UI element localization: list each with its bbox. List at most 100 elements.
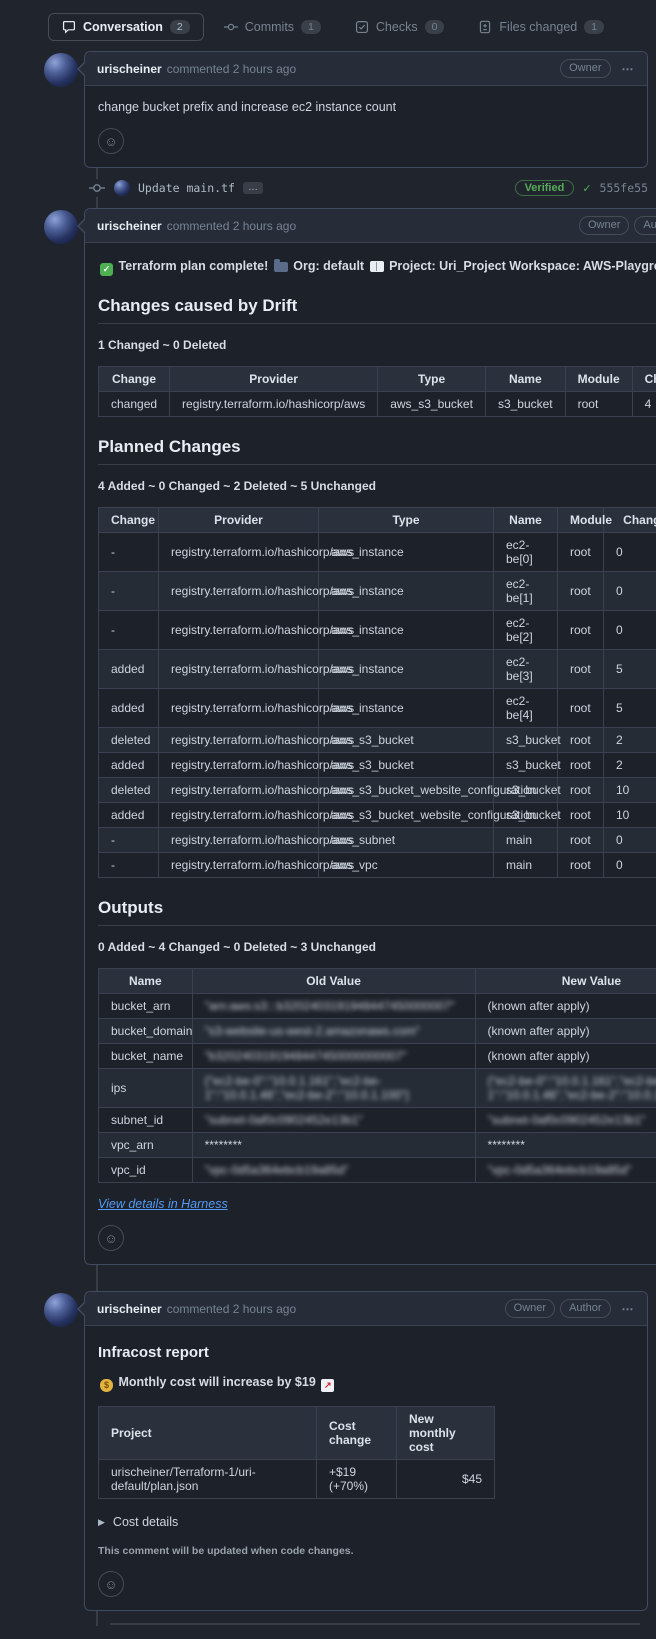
column-header: Project	[99, 1407, 317, 1460]
table-row: deletedregistry.terraform.io/hashicorp/a…	[99, 728, 656, 753]
money-bag-emoji-icon: $	[100, 1379, 113, 1392]
column-header: Old Value	[192, 969, 475, 994]
planned-changes-table: Change Provider Type Name Module Changes…	[98, 507, 656, 878]
tab-count: 1	[301, 20, 321, 34]
drift-summary: 1 Changed ~ 0 Deleted	[98, 338, 656, 352]
commit-avatar[interactable]	[114, 180, 130, 196]
column-header: Module	[558, 508, 604, 533]
verified-badge[interactable]: Verified	[515, 180, 575, 196]
author-badge: Author	[634, 216, 656, 235]
table-row: vpc_arn****************	[99, 1133, 656, 1158]
kebab-menu-icon[interactable]: ⋯	[622, 62, 636, 76]
commit-expand-icon[interactable]: …	[243, 182, 263, 194]
column-header: Change	[99, 508, 159, 533]
pr-tab-bar: Conversation 2 Commits 1 Checks 0 Files …	[0, 0, 656, 41]
column-header: Name	[99, 969, 193, 994]
tab-checks[interactable]: Checks 0	[341, 13, 459, 41]
redacted-value: {"ec2-be-0":"10.0.1.161","ec2-be-1":"10.…	[205, 1074, 410, 1102]
redacted-value: "b3202403191948447450000000007"	[205, 1049, 407, 1063]
table-row: bucket_domain"s3-website-us-west-2.amazo…	[99, 1019, 656, 1044]
author-badge: Author	[560, 1299, 610, 1318]
redacted-value: "subnet-0af0c0902452e13b1"	[488, 1113, 646, 1127]
cost-details-toggle[interactable]: ▶ Cost details	[98, 1515, 634, 1529]
column-header: Type	[378, 367, 486, 392]
table-row: addedregistry.terraform.io/hashicorp/aws…	[99, 650, 656, 689]
tab-commits[interactable]: Commits 1	[210, 13, 335, 41]
column-header: Name	[494, 508, 558, 533]
update-footnote: This comment will be updated when code c…	[98, 1545, 634, 1557]
commits-icon	[224, 20, 238, 34]
add-reaction-button[interactable]: ☺	[98, 1571, 124, 1597]
column-header: Type	[319, 508, 494, 533]
tab-files-changed[interactable]: Files changed 1	[464, 13, 618, 41]
redacted-value: {"ec2-be-0":"10.0.1.161","ec2-be-1":"10.…	[488, 1074, 656, 1102]
redacted-value: "vpc-0d5a364ebcb19a85d"	[488, 1163, 632, 1177]
table-row: urischeiner/Terraform-1/uri-default/plan…	[99, 1460, 495, 1499]
column-header: Changes	[632, 367, 656, 392]
comment-header: urischeiner commented 2 hours ago Owner …	[85, 52, 647, 86]
book-emoji-icon	[370, 261, 384, 272]
pr-timeline: urischeiner commented 2 hours ago Owner …	[0, 51, 656, 1639]
view-details-link[interactable]: View details in Harness	[98, 1197, 228, 1211]
infracost-table: Project Cost change New monthly cost uri…	[98, 1406, 495, 1499]
add-reaction-button[interactable]: ☺	[98, 128, 124, 154]
avatar[interactable]	[44, 1293, 78, 1327]
table-row: changedregistry.terraform.io/hashicorp/a…	[99, 392, 656, 417]
caret-right-icon: ▶	[98, 1517, 105, 1528]
tab-label: Commits	[245, 20, 294, 34]
smiley-icon: ☺	[104, 135, 117, 148]
check-icon: ✓	[582, 182, 591, 195]
comment-2: urischeiner commented 2 hours ago Owner …	[44, 208, 648, 1265]
comment-author[interactable]: urischeiner	[97, 62, 162, 76]
table-row: -registry.terraform.io/hashicorp/awsaws_…	[99, 611, 656, 650]
comment-body-text: change bucket prefix and increase ec2 in…	[98, 100, 634, 114]
redacted-value: "subnet-0af0c0902452e13b1"	[205, 1113, 363, 1127]
table-row: addedregistry.terraform.io/hashicorp/aws…	[99, 753, 656, 778]
owner-badge: Owner	[505, 1299, 555, 1318]
table-row: vpc_id"vpc-0d5a364ebcb19a85d""vpc-0d5a36…	[99, 1158, 656, 1183]
tab-conversation[interactable]: Conversation 2	[48, 13, 204, 41]
commit-message-link[interactable]: Update main.tf	[138, 181, 235, 195]
planned-table-scroll[interactable]: Change Provider Type Name Module Changes…	[98, 507, 656, 878]
table-row: subnet_id"subnet-0af0c0902452e13b1""subn…	[99, 1108, 656, 1133]
column-header: Change	[99, 367, 170, 392]
comment-header: urischeiner commented 2 hours ago Owner …	[85, 1292, 647, 1326]
drift-table: Change Provider Type Name Module Changes…	[98, 366, 656, 417]
owner-badge: Owner	[579, 216, 629, 235]
plan-status-line: ✓ Terraform plan complete! Org: default …	[98, 259, 656, 276]
comment-author[interactable]: urischeiner	[97, 1302, 162, 1316]
tab-count: 2	[170, 20, 190, 34]
add-reaction-button[interactable]: ☺	[98, 1225, 124, 1251]
chart-increasing-emoji-icon: ↗	[321, 1379, 334, 1392]
table-row: deletedregistry.terraform.io/hashicorp/a…	[99, 778, 656, 803]
file-diff-icon	[478, 20, 492, 34]
folder-emoji-icon	[274, 262, 288, 272]
tab-label: Checks	[376, 20, 418, 34]
table-row: bucket_arn"arn:aws:s3:::b320240319194844…	[99, 994, 656, 1019]
commit-event: Update main.tf … Verified ✓ 555fe55	[88, 179, 648, 197]
kebab-menu-icon[interactable]: ⋯	[622, 1302, 636, 1316]
comment-meta: commented 2 hours ago	[167, 62, 296, 76]
planned-summary: 4 Added ~ 0 Changed ~ 2 Deleted ~ 5 Unch…	[98, 479, 656, 493]
check-mark-emoji-icon: ✓	[100, 263, 113, 276]
table-row: -registry.terraform.io/hashicorp/awsaws_…	[99, 853, 656, 878]
smiley-icon: ☺	[104, 1578, 117, 1591]
planned-section-title: Planned Changes	[98, 437, 656, 465]
infracost-title: Infracost report	[98, 1344, 634, 1361]
timeline-end-divider	[110, 1623, 640, 1625]
commit-sha-link[interactable]: 555fe55	[600, 181, 648, 195]
redacted-value: "arn:aws:s3:::b3202403191948447450000007…	[205, 999, 455, 1013]
table-row: -registry.terraform.io/hashicorp/awsaws_…	[99, 828, 656, 853]
outputs-table: Name Old Value New Value bucket_arn"arn:…	[98, 968, 656, 1183]
outputs-section-title: Outputs	[98, 898, 656, 926]
comment-meta: commented 2 hours ago	[167, 219, 296, 233]
avatar[interactable]	[44, 53, 78, 87]
column-header: New monthly cost	[397, 1407, 495, 1460]
table-row: -registry.terraform.io/hashicorp/awsaws_…	[99, 533, 656, 572]
column-header: Provider	[170, 367, 378, 392]
column-header: Module	[565, 367, 632, 392]
comment-author[interactable]: urischeiner	[97, 219, 162, 233]
table-row: bucket_name"b320240319194844745000000000…	[99, 1044, 656, 1069]
tab-label: Conversation	[83, 20, 163, 34]
avatar[interactable]	[44, 210, 78, 244]
